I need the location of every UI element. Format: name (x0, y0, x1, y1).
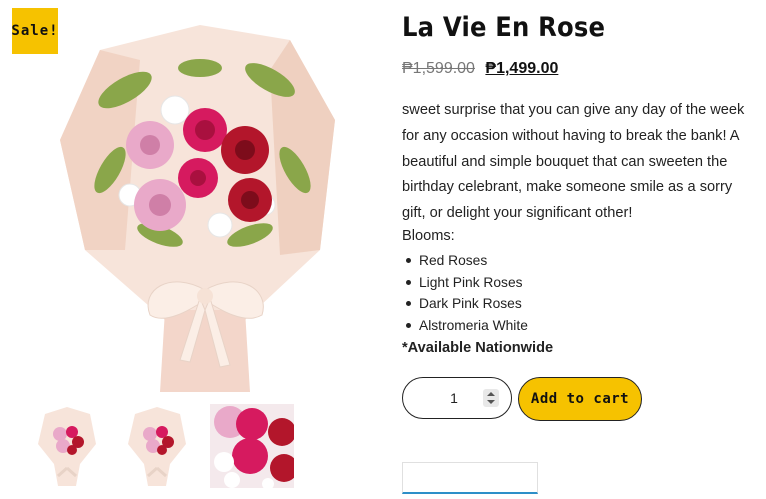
add-to-cart-button[interactable]: Add to cart (518, 377, 642, 421)
blooms-list: Red Roses Light Pink Roses Dark Pink Ros… (402, 250, 528, 336)
thumbnail-1[interactable] (30, 404, 104, 488)
thumbnail-strip (30, 404, 294, 488)
product-main-image[interactable] (40, 20, 360, 398)
list-item: Light Pink Roses (402, 272, 528, 294)
bullet-icon (406, 258, 411, 264)
thumbnail-2[interactable] (120, 404, 194, 488)
old-price: ₱1,599.00 (402, 60, 475, 77)
quantity-value[interactable]: 1 (403, 390, 483, 406)
list-item: Alstromeria White (402, 315, 528, 337)
blooms-label: Blooms: (402, 228, 455, 244)
bullet-icon (406, 279, 411, 285)
bullet-icon (406, 323, 411, 329)
list-item: Red Roses (402, 250, 528, 272)
thumbnail-3[interactable] (210, 404, 294, 488)
sale-price: ₱1,499.00 (485, 60, 559, 77)
list-item: Dark Pink Roses (402, 293, 528, 315)
product-description: sweet surprise that you can give any day… (402, 102, 745, 222)
quantity-input[interactable]: 1 (402, 377, 512, 419)
quantity-stepper-icon[interactable] (483, 389, 499, 407)
product-title: La Vie En Rose (402, 12, 606, 43)
secondary-input[interactable] (402, 462, 538, 494)
bullet-icon (406, 301, 411, 307)
price: ₱1,599.00 ₱1,499.00 (402, 60, 558, 78)
availability-note: *Available Nationwide (402, 340, 554, 356)
